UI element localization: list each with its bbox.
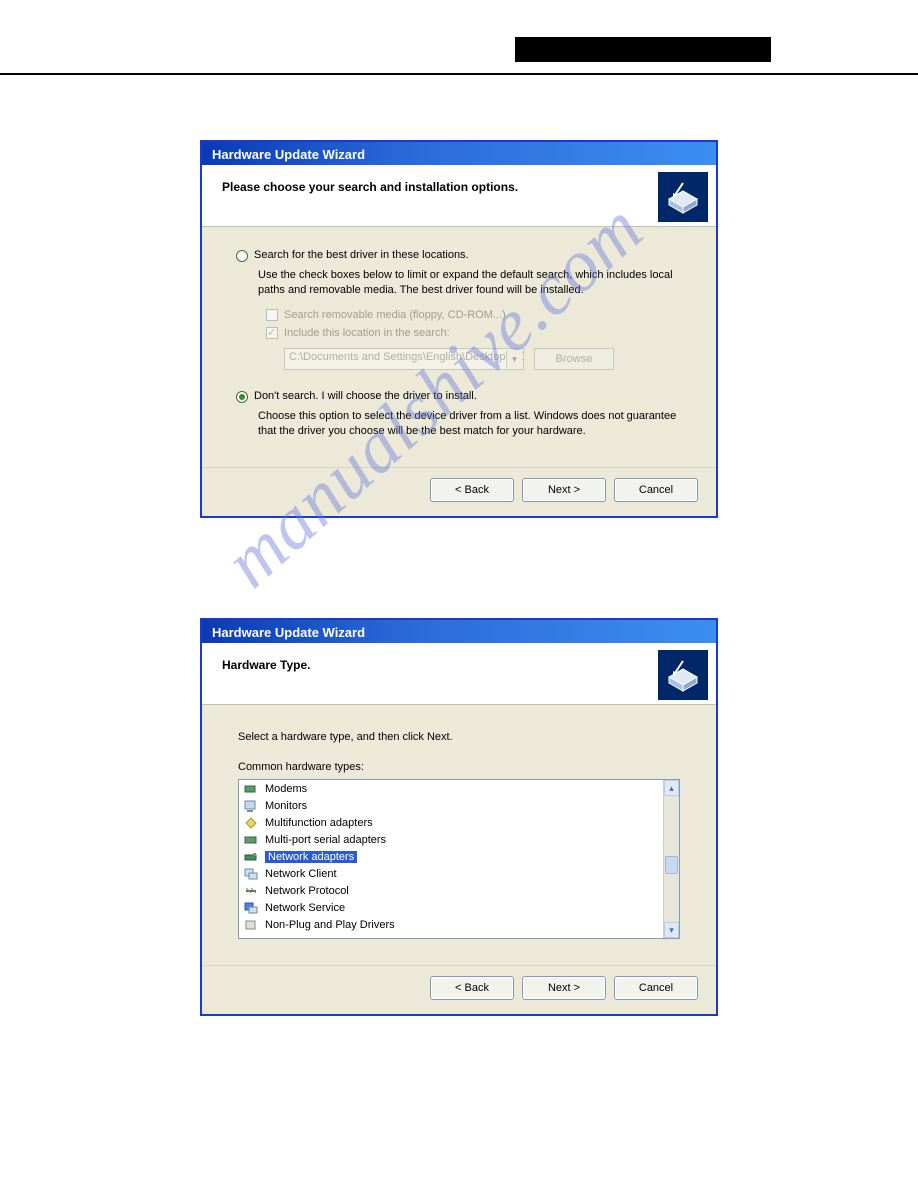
list-item[interactable]: Network adapters [239, 848, 663, 865]
checkbox-icon [266, 327, 278, 339]
list-item[interactable]: Modems [239, 780, 663, 797]
device-icon [243, 816, 259, 830]
window-titlebar[interactable]: Hardware Update Wizard [202, 620, 716, 643]
page-title: Hardware Type. [202, 643, 716, 672]
scroll-thumb[interactable] [665, 856, 678, 874]
header-black-box [515, 37, 771, 62]
radio-icon [236, 250, 248, 262]
list-item-label: Modems [265, 783, 307, 795]
device-icon [243, 884, 259, 898]
list-item[interactable]: Non-Plug and Play Drivers [239, 916, 663, 933]
list-item-label: Multi-port serial adapters [265, 834, 386, 846]
radio-icon [236, 391, 248, 403]
cancel-button[interactable]: Cancel [614, 478, 698, 502]
wizard-header: Hardware Type. [202, 643, 716, 705]
list-item-label: Network adapters [265, 851, 357, 863]
wizard-header: Please choose your search and installati… [202, 165, 716, 227]
option2-description: Choose this option to select the device … [236, 407, 694, 447]
list-item[interactable]: Network Client [239, 865, 663, 882]
option1-description: Use the check boxes below to limit or ex… [236, 266, 694, 306]
device-icon [243, 918, 259, 932]
path-dropdown: C:\Documents and Settings\English\Deskto… [284, 348, 524, 370]
list-item-label: Non-Plug and Play Drivers [265, 919, 395, 931]
radio-label: Search for the best driver in these loca… [254, 249, 469, 261]
browse-button: Browse [534, 348, 614, 370]
list-item[interactable]: Network Protocol [239, 882, 663, 899]
page-title: Please choose your search and installati… [202, 165, 716, 194]
hardware-type-listbox[interactable]: Modems Monitors Multifunction adapters Mult… [238, 779, 680, 939]
device-icon [243, 799, 259, 813]
back-button[interactable]: < Back [430, 478, 514, 502]
wizard-icon [658, 650, 708, 700]
list-label: Common hardware types: [238, 761, 680, 773]
list-item[interactable]: Network Service [239, 899, 663, 916]
wizard-search-options: Hardware Update Wizard Please choose you… [200, 140, 718, 518]
checkbox-label: Include this location in the search: [284, 327, 450, 339]
next-button[interactable]: Next > [522, 976, 606, 1000]
device-icon [243, 850, 259, 864]
checkbox-label: Search removable media (floppy, CD-ROM..… [284, 309, 506, 321]
wizard-hardware-type: Hardware Update Wizard Hardware Type. Se… [200, 618, 718, 1016]
next-button[interactable]: Next > [522, 478, 606, 502]
list-item[interactable]: Multifunction adapters [239, 814, 663, 831]
list-item-label: Monitors [265, 800, 307, 812]
path-value: C:\Documents and Settings\English\Deskto… [289, 351, 524, 363]
device-icon [243, 901, 259, 915]
device-icon [243, 833, 259, 847]
list-item-label: Network Protocol [265, 885, 349, 897]
list-item-label: Multifunction adapters [265, 817, 373, 829]
device-icon [243, 867, 259, 881]
list-item-label: Network Service [265, 902, 345, 914]
checkbox-removable-media: Search removable media (floppy, CD-ROM..… [236, 306, 694, 324]
radio-search-best[interactable]: Search for the best driver in these loca… [236, 249, 694, 262]
list-item[interactable]: Monitors [239, 797, 663, 814]
chevron-down-icon: ▾ [506, 350, 522, 368]
device-icon [243, 782, 259, 796]
checkbox-include-location: Include this location in the search: [236, 324, 694, 342]
back-button[interactable]: < Back [430, 976, 514, 1000]
cancel-button[interactable]: Cancel [614, 976, 698, 1000]
intro-text: Select a hardware type, and then click N… [238, 731, 680, 743]
checkbox-icon [266, 309, 278, 321]
list-item-label: Network Client [265, 868, 337, 880]
scrollbar[interactable]: ▴ ▾ [663, 780, 679, 938]
scroll-down-icon[interactable]: ▾ [664, 922, 679, 938]
radio-label: Don't search. I will choose the driver t… [254, 390, 477, 402]
radio-dont-search[interactable]: Don't search. I will choose the driver t… [236, 390, 694, 403]
scroll-up-icon[interactable]: ▴ [664, 780, 679, 796]
list-item[interactable]: Multi-port serial adapters [239, 831, 663, 848]
window-titlebar[interactable]: Hardware Update Wizard [202, 142, 716, 165]
wizard-icon [658, 172, 708, 222]
